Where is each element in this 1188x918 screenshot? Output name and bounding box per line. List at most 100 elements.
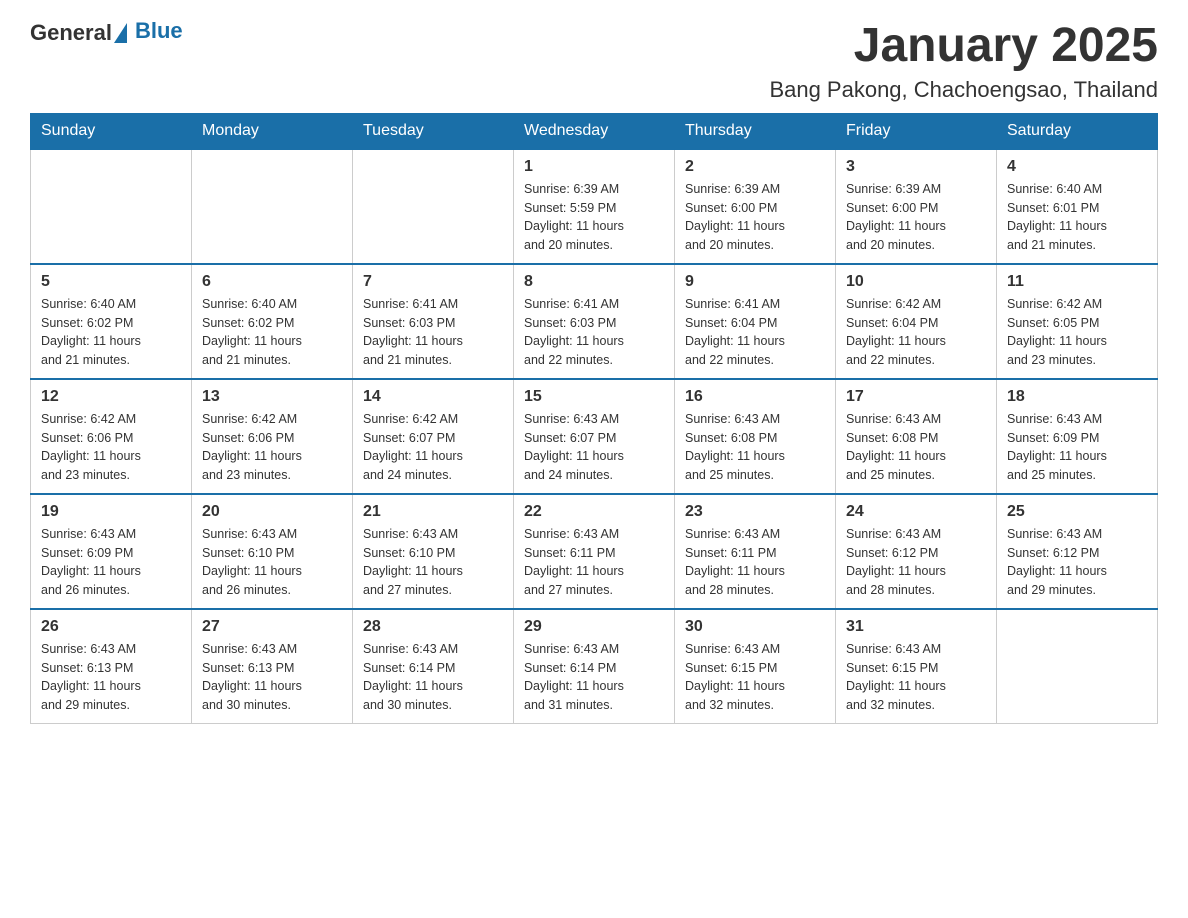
day-number: 23 <box>685 503 825 521</box>
day-number: 11 <box>1007 273 1147 291</box>
calendar-cell: 14 Sunrise: 6:42 AMSunset: 6:07 PMDayligh… <box>353 379 514 494</box>
day-number: 13 <box>202 388 342 406</box>
calendar-cell: 9 Sunrise: 6:41 AMSunset: 6:04 PMDaylight… <box>675 264 836 379</box>
day-number: 31 <box>846 618 986 636</box>
header-tuesday: Tuesday <box>353 113 514 149</box>
calendar-cell: 22 Sunrise: 6:43 AMSunset: 6:11 PMDayligh… <box>514 494 675 609</box>
calendar-cell: 5 Sunrise: 6:40 AMSunset: 6:02 PMDaylight… <box>31 264 192 379</box>
logo: General Blue <box>30 20 183 46</box>
calendar-table: SundayMondayTuesdayWednesdayThursdayFrid… <box>30 113 1158 724</box>
page-title: January 2025 <box>769 20 1158 73</box>
day-info: Sunrise: 6:43 AMSunset: 6:10 PMDaylight:… <box>202 525 342 600</box>
calendar-cell <box>31 149 192 264</box>
day-info: Sunrise: 6:43 AMSunset: 6:09 PMDaylight:… <box>1007 410 1147 485</box>
day-number: 15 <box>524 388 664 406</box>
calendar-cell: 17 Sunrise: 6:43 AMSunset: 6:08 PMDayligh… <box>836 379 997 494</box>
header-monday: Monday <box>192 113 353 149</box>
day-number: 3 <box>846 158 986 176</box>
day-info: Sunrise: 6:43 AMSunset: 6:11 PMDaylight:… <box>685 525 825 600</box>
calendar-header-row: SundayMondayTuesdayWednesdayThursdayFrid… <box>31 113 1158 149</box>
day-info: Sunrise: 6:43 AMSunset: 6:12 PMDaylight:… <box>1007 525 1147 600</box>
day-number: 24 <box>846 503 986 521</box>
day-number: 14 <box>363 388 503 406</box>
header-wednesday: Wednesday <box>514 113 675 149</box>
week-row-1: 1 Sunrise: 6:39 AMSunset: 5:59 PMDaylight… <box>31 149 1158 264</box>
day-info: Sunrise: 6:40 AMSunset: 6:02 PMDaylight:… <box>202 295 342 370</box>
day-info: Sunrise: 6:43 AMSunset: 6:15 PMDaylight:… <box>685 640 825 715</box>
day-number: 30 <box>685 618 825 636</box>
day-info: Sunrise: 6:39 AMSunset: 6:00 PMDaylight:… <box>846 180 986 255</box>
day-info: Sunrise: 6:43 AMSunset: 6:14 PMDaylight:… <box>524 640 664 715</box>
day-info: Sunrise: 6:43 AMSunset: 6:08 PMDaylight:… <box>685 410 825 485</box>
day-number: 4 <box>1007 158 1147 176</box>
day-number: 2 <box>685 158 825 176</box>
header-saturday: Saturday <box>997 113 1158 149</box>
calendar-cell: 6 Sunrise: 6:40 AMSunset: 6:02 PMDaylight… <box>192 264 353 379</box>
logo-blue: Blue <box>135 18 183 43</box>
day-info: Sunrise: 6:43 AMSunset: 6:08 PMDaylight:… <box>846 410 986 485</box>
title-block: January 2025 Bang Pakong, Chachoengsao, … <box>769 20 1158 103</box>
calendar-cell: 29 Sunrise: 6:43 AMSunset: 6:14 PMDayligh… <box>514 609 675 724</box>
day-number: 28 <box>363 618 503 636</box>
logo-general: General <box>30 20 112 46</box>
calendar-cell: 3 Sunrise: 6:39 AMSunset: 6:00 PMDaylight… <box>836 149 997 264</box>
day-number: 16 <box>685 388 825 406</box>
header-sunday: Sunday <box>31 113 192 149</box>
calendar-cell: 4 Sunrise: 6:40 AMSunset: 6:01 PMDaylight… <box>997 149 1158 264</box>
day-number: 17 <box>846 388 986 406</box>
day-number: 19 <box>41 503 181 521</box>
day-info: Sunrise: 6:42 AMSunset: 6:07 PMDaylight:… <box>363 410 503 485</box>
day-info: Sunrise: 6:43 AMSunset: 6:09 PMDaylight:… <box>41 525 181 600</box>
day-number: 20 <box>202 503 342 521</box>
day-info: Sunrise: 6:42 AMSunset: 6:06 PMDaylight:… <box>202 410 342 485</box>
page-subtitle: Bang Pakong, Chachoengsao, Thailand <box>769 77 1158 103</box>
calendar-cell: 16 Sunrise: 6:43 AMSunset: 6:08 PMDayligh… <box>675 379 836 494</box>
calendar-cell: 27Sunrise: 6:43 AMSunset: 6:13 PMDayligh… <box>192 609 353 724</box>
day-info: Sunrise: 6:39 AMSunset: 6:00 PMDaylight:… <box>685 180 825 255</box>
calendar-cell: 8Sunrise: 6:41 AMSunset: 6:03 PMDaylight… <box>514 264 675 379</box>
day-number: 5 <box>41 273 181 291</box>
week-row-5: 26Sunrise: 6:43 AMSunset: 6:13 PMDayligh… <box>31 609 1158 724</box>
day-info: Sunrise: 6:43 AMSunset: 6:14 PMDaylight:… <box>363 640 503 715</box>
day-info: Sunrise: 6:40 AMSunset: 6:02 PMDaylight:… <box>41 295 181 370</box>
calendar-cell: 25 Sunrise: 6:43 AMSunset: 6:12 PMDayligh… <box>997 494 1158 609</box>
day-number: 10 <box>846 273 986 291</box>
calendar-cell: 1 Sunrise: 6:39 AMSunset: 5:59 PMDaylight… <box>514 149 675 264</box>
calendar-cell <box>353 149 514 264</box>
calendar-cell <box>192 149 353 264</box>
day-number: 29 <box>524 618 664 636</box>
calendar-cell: 20 Sunrise: 6:43 AMSunset: 6:10 PMDayligh… <box>192 494 353 609</box>
day-info: Sunrise: 6:43 AMSunset: 6:15 PMDaylight:… <box>846 640 986 715</box>
page-header: General Blue January 2025 Bang Pakong, C… <box>30 20 1158 103</box>
day-number: 9 <box>685 273 825 291</box>
day-info: Sunrise: 6:43 AMSunset: 6:12 PMDaylight:… <box>846 525 986 600</box>
logo-triangle-icon <box>114 23 127 43</box>
calendar-cell: 31 Sunrise: 6:43 AMSunset: 6:15 PMDayligh… <box>836 609 997 724</box>
calendar-cell: 7 Sunrise: 6:41 AMSunset: 6:03 PMDaylight… <box>353 264 514 379</box>
day-info: Sunrise: 6:43 AMSunset: 6:11 PMDaylight:… <box>524 525 664 600</box>
day-number: 25 <box>1007 503 1147 521</box>
calendar-cell: 28 Sunrise: 6:43 AMSunset: 6:14 PMDayligh… <box>353 609 514 724</box>
day-info: Sunrise: 6:39 AMSunset: 5:59 PMDaylight:… <box>524 180 664 255</box>
day-number: 18 <box>1007 388 1147 406</box>
day-number: 1 <box>524 158 664 176</box>
calendar-cell: 18 Sunrise: 6:43 AMSunset: 6:09 PMDayligh… <box>997 379 1158 494</box>
day-number: 6 <box>202 273 342 291</box>
day-info: Sunrise: 6:41 AMSunset: 6:03 PMDaylight:… <box>363 295 503 370</box>
calendar-cell: 12Sunrise: 6:42 AMSunset: 6:06 PMDayligh… <box>31 379 192 494</box>
calendar-cell: 19 Sunrise: 6:43 AMSunset: 6:09 PMDayligh… <box>31 494 192 609</box>
day-number: 8 <box>524 273 664 291</box>
calendar-cell: 15Sunrise: 6:43 AMSunset: 6:07 PMDayligh… <box>514 379 675 494</box>
day-info: Sunrise: 6:40 AMSunset: 6:01 PMDaylight:… <box>1007 180 1147 255</box>
calendar-cell <box>997 609 1158 724</box>
calendar-cell: 13 Sunrise: 6:42 AMSunset: 6:06 PMDayligh… <box>192 379 353 494</box>
day-number: 21 <box>363 503 503 521</box>
header-thursday: Thursday <box>675 113 836 149</box>
day-number: 7 <box>363 273 503 291</box>
week-row-4: 19 Sunrise: 6:43 AMSunset: 6:09 PMDayligh… <box>31 494 1158 609</box>
day-number: 22 <box>524 503 664 521</box>
calendar-cell: 26Sunrise: 6:43 AMSunset: 6:13 PMDayligh… <box>31 609 192 724</box>
day-info: Sunrise: 6:41 AMSunset: 6:04 PMDaylight:… <box>685 295 825 370</box>
header-friday: Friday <box>836 113 997 149</box>
day-info: Sunrise: 6:42 AMSunset: 6:04 PMDaylight:… <box>846 295 986 370</box>
